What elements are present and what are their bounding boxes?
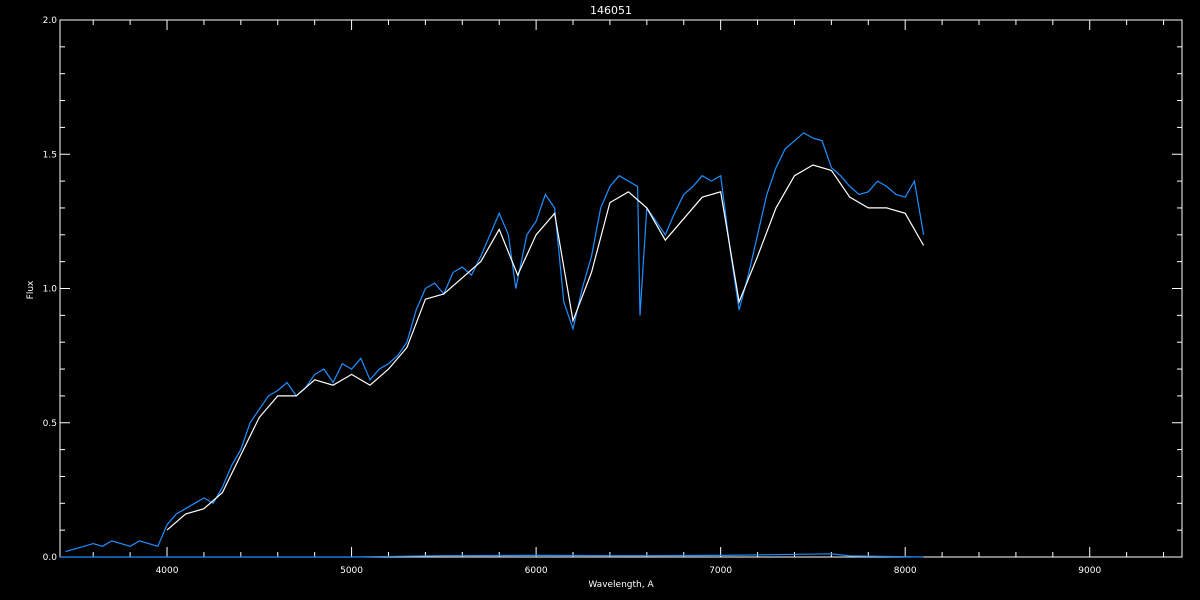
x-tick-label: 7000 [709,566,732,576]
x-tick-label: 8000 [894,566,917,576]
y-axis-label: Flux [26,280,36,299]
series-layer [60,132,925,558]
x-tick-label: 4000 [156,566,179,576]
y-tick-label: 1.0 [43,285,58,295]
plot-frame [59,19,1183,558]
y-axis: 0.0 0.5 1.0 1.5 2.0 [43,16,1182,563]
chart-title: 146051 [590,4,632,17]
series-line-0 [65,132,925,553]
y-tick-label: 1.5 [43,150,57,160]
x-tick-label: 6000 [525,566,548,576]
x-axis-label: Wavelength, A [588,580,654,590]
y-tick-label: 0.5 [43,419,57,429]
x-tick-label: 5000 [340,566,363,576]
x-tick-label: 9000 [1078,566,1101,576]
chart-svg: 146051 4000 5000 6000 7000 8000 9000 0.0 0.5 1.… [26,4,1183,590]
series-line-1 [166,164,925,531]
spectrum-chart: 146051 4000 5000 6000 7000 8000 9000 0.0 0.5 1.… [0,0,1200,600]
y-tick-label: 2.0 [43,16,58,26]
x-axis: 4000 5000 6000 7000 8000 9000 [92,20,1165,576]
y-tick-label: 0.0 [43,553,58,563]
